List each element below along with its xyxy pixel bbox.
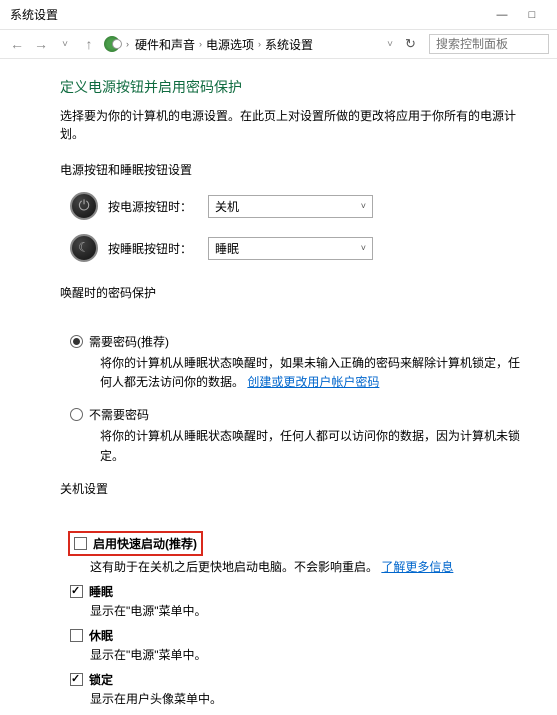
sleep-dropdown-value: 睡眠 [215, 240, 239, 257]
sleep-checkbox-label: 睡眠 [89, 583, 113, 600]
fast-startup-label: 启用快速启动(推荐) [93, 535, 197, 552]
page-description: 选择要为你的计算机的电源设置。在此页上对设置所做的更改将应用于你所有的电源计划。 [60, 107, 527, 143]
power-icon [70, 192, 98, 220]
divider [60, 315, 527, 319]
lock-checkbox[interactable] [70, 673, 83, 686]
forward-button[interactable]: → [32, 35, 50, 53]
back-button[interactable]: ← [8, 35, 26, 53]
refresh-button[interactable]: ↻ [405, 36, 423, 52]
radio-description: 将你的计算机从睡眠状态唤醒时，任何人都可以访问你的数据，因为计算机未锁定。 [100, 427, 527, 465]
hibernate-checkbox[interactable] [70, 629, 83, 642]
radio-description: 将你的计算机从睡眠状态唤醒时，如果未输入正确的密码来解除计算机锁定，任何人都无法… [100, 354, 527, 392]
create-password-link[interactable]: 创建或更改用户帐户密码 [247, 375, 379, 389]
window-titlebar: 系统设置 — □ [0, 0, 557, 30]
chevron-right-icon: › [199, 39, 202, 49]
recent-dropdown[interactable]: ˅ [56, 35, 74, 53]
breadcrumb-dropdown[interactable]: ˅ [381, 35, 399, 53]
lock-checkbox-label: 锁定 [89, 671, 113, 688]
sleep-checkbox-desc: 显示在"电源"菜单中。 [90, 602, 527, 619]
radio-label: 需要密码(推荐) [89, 333, 169, 350]
power-button-dropdown[interactable]: 关机 ˅ [208, 195, 373, 218]
section-header-password: 唤醒时的密码保护 [60, 284, 527, 301]
sleep-checkbox-row[interactable]: 睡眠 [60, 583, 527, 600]
chevron-down-icon: ˅ [361, 243, 366, 253]
radio-label: 不需要密码 [89, 406, 149, 423]
hibernate-checkbox-label: 休眠 [89, 627, 113, 644]
sleep-checkbox[interactable] [70, 585, 83, 598]
section-header-shutdown: 关机设置 [60, 480, 527, 497]
fast-startup-checkbox[interactable] [74, 537, 87, 550]
chevron-right-icon: › [258, 39, 261, 49]
chevron-down-icon: ˅ [361, 201, 366, 211]
page-title: 定义电源按钮并启用密码保护 [60, 77, 527, 97]
hibernate-checkbox-desc: 显示在"电源"菜单中。 [90, 646, 527, 663]
breadcrumb-item-2[interactable]: 电源选项 [206, 36, 254, 53]
control-panel-icon [104, 36, 120, 52]
minimize-button[interactable]: — [487, 9, 517, 21]
power-dropdown-value: 关机 [215, 198, 239, 215]
sleep-icon [70, 234, 98, 262]
divider [60, 511, 527, 517]
maximize-button[interactable]: □ [517, 9, 547, 21]
breadcrumb-item-3[interactable]: 系统设置 [265, 36, 313, 53]
lock-checkbox-desc: 显示在用户头像菜单中。 [90, 690, 527, 707]
radio-no-password[interactable]: 不需要密码 [70, 406, 527, 423]
radio-icon [70, 408, 83, 421]
sleep-button-dropdown[interactable]: 睡眠 ˅ [208, 237, 373, 260]
chevron-right-icon: › [126, 39, 129, 49]
power-button-row: 按电源按钮时： 关机 ˅ [60, 192, 527, 220]
sleep-button-label: 按睡眠按钮时： [108, 240, 198, 257]
password-radio-group: 需要密码(推荐) 将你的计算机从睡眠状态唤醒时，如果未输入正确的密码来解除计算机… [60, 333, 527, 466]
breadcrumb[interactable]: 硬件和声音 › 电源选项 › 系统设置 [135, 36, 375, 53]
content-area: 定义电源按钮并启用密码保护 选择要为你的计算机的电源设置。在此页上对设置所做的更… [0, 59, 557, 707]
search-input[interactable] [429, 34, 549, 54]
nav-bar: ← → ˅ ↑ › 硬件和声音 › 电源选项 › 系统设置 ˅ ↻ [0, 30, 557, 59]
sleep-button-row: 按睡眠按钮时： 睡眠 ˅ [60, 234, 527, 262]
power-button-label: 按电源按钮时： [108, 198, 198, 215]
up-button[interactable]: ↑ [80, 35, 98, 53]
window-title: 系统设置 [10, 6, 487, 23]
breadcrumb-item-1[interactable]: 硬件和声音 [135, 36, 195, 53]
learn-more-link[interactable]: 了解更多信息 [381, 560, 453, 574]
radio-require-password[interactable]: 需要密码(推荐) [70, 333, 527, 350]
section-header-buttons: 电源按钮和睡眠按钮设置 [60, 161, 527, 178]
fast-startup-highlight: 启用快速启动(推荐) [68, 531, 203, 556]
fast-startup-desc: 这有助于在关机之后更快地启动电脑。不会影响重启。 了解更多信息 [90, 558, 527, 575]
lock-checkbox-row[interactable]: 锁定 [60, 671, 527, 688]
radio-icon [70, 335, 83, 348]
hibernate-checkbox-row[interactable]: 休眠 [60, 627, 527, 644]
